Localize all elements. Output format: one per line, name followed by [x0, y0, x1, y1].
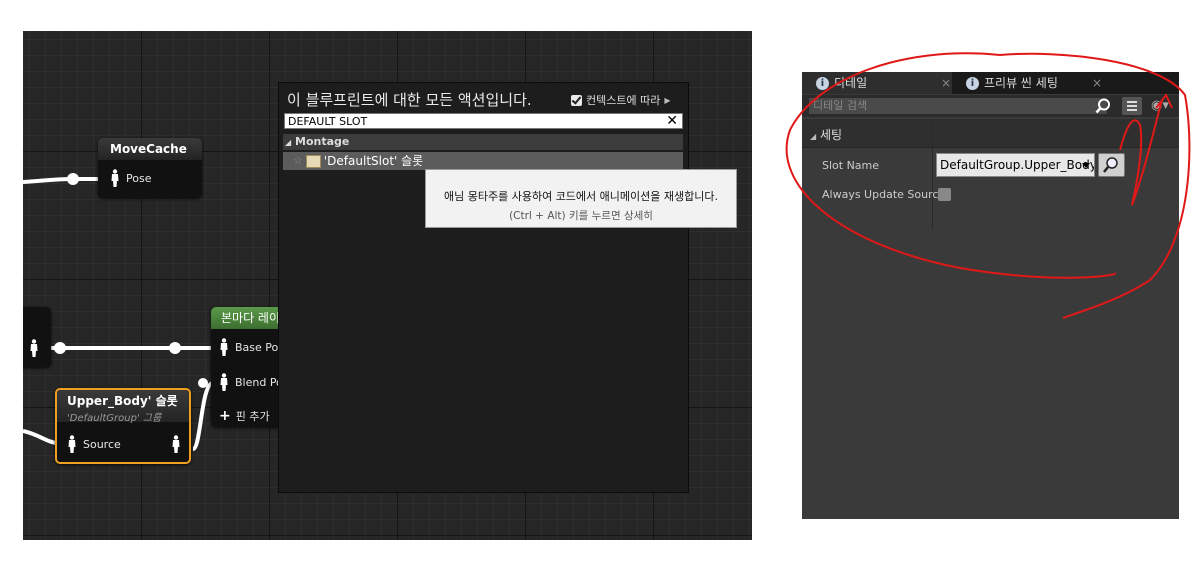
details-search-input[interactable]: 디테일 검색: [809, 98, 1107, 114]
pose-pin-icon: [110, 169, 120, 187]
base-pose-label: Base Po: [235, 340, 279, 354]
move-cache-title: MoveCache: [98, 138, 202, 160]
details-tab-bar: i 디테일 × i 프리뷰 씬 세팅 ×: [802, 72, 1179, 94]
category-montage[interactable]: ◢ Montage: [283, 134, 683, 150]
pose-output-pin[interactable]: Pose: [110, 169, 151, 187]
dropdown-arrow-icon: [1082, 163, 1090, 168]
plus-icon: +: [219, 408, 231, 424]
source-pin-label: Source: [83, 437, 121, 451]
browse-slot-button[interactable]: [1098, 153, 1125, 177]
eye-icon[interactable]: ◉▾: [1151, 98, 1169, 113]
tab-details[interactable]: i 디테일: [816, 72, 867, 94]
close-tab-icon[interactable]: ×: [1092, 72, 1102, 94]
slot-node-icon: [305, 154, 321, 168]
tooltip-main-text: 애님 몽타주를 사용하여 코드에서 애니메이션을 재생합니다.: [444, 190, 718, 203]
pose-pin-icon: [67, 435, 77, 453]
close-tab-icon[interactable]: ×: [941, 72, 951, 94]
slot-node-title: Upper_Body' 슬롯: [67, 394, 178, 408]
tooltip-hint-text: (Ctrl + Alt) 키를 누르면 상세히: [509, 210, 653, 222]
search-icon[interactable]: [1095, 98, 1111, 114]
category-label: Montage: [295, 135, 350, 148]
pose-pin-icon: [219, 373, 229, 391]
tab-preview-label: 프리뷰 씬 세팅: [984, 76, 1058, 90]
section-settings[interactable]: ◢ 세팅: [802, 119, 1179, 148]
stub-pin[interactable]: [29, 339, 45, 357]
property-divider: [932, 119, 933, 229]
slot-node-header: Upper_Body' 슬롯 'DefaultGroup' 그룹: [57, 390, 189, 424]
action-tooltip: 애님 몽타주를 사용하여 코드에서 애니메이션을 재생합니다. (Ctrl + …: [425, 169, 737, 228]
slot-node[interactable]: Upper_Body' 슬롯 'DefaultGroup' 그룹 Source: [55, 388, 191, 464]
clear-search-icon[interactable]: ✕: [666, 113, 678, 129]
pose-pin-icon: [29, 339, 39, 357]
details-search-row: 디테일 검색 ◉▾: [802, 95, 1179, 117]
add-pin-button[interactable]: + 핀 추가: [219, 408, 270, 424]
always-update-source-checkbox[interactable]: [938, 188, 951, 201]
action-menu-title: 이 블루프린트에 대한 모든 액션입니다.: [287, 91, 532, 109]
section-settings-label: ◢ 세팅: [810, 126, 842, 143]
star-icon: ☆: [293, 154, 303, 167]
stub-node[interactable]: [23, 307, 51, 367]
property-matrix-button[interactable]: [1122, 97, 1142, 115]
slot-name-value: DefaultGroup.Upper_Body: [940, 158, 1095, 172]
details-panel[interactable]: i 디테일 × i 프리뷰 씬 세팅 × 디테일 검색 ◉▾ ◢ 세팅 Slot…: [802, 72, 1179, 519]
slot-output-pin[interactable]: [171, 435, 187, 453]
chevron-right-icon: ▶: [664, 95, 671, 105]
action-item-default-slot[interactable]: ☆ 'DefaultSlot' 슬롯: [283, 152, 683, 170]
magnifier-info-icon: i: [816, 76, 829, 90]
tab-details-label: 디테일: [834, 76, 868, 90]
pose-pin-icon: [171, 435, 181, 453]
info-icon: i: [966, 76, 979, 90]
magnifier-icon: [1103, 157, 1118, 173]
collapse-triangle-icon: ◢: [285, 138, 292, 147]
slot-name-dropdown[interactable]: DefaultGroup.Upper_Body: [936, 153, 1095, 177]
tab-preview-scene-settings[interactable]: i 프리뷰 씬 세팅: [966, 72, 1058, 94]
section-title: 세팅: [819, 128, 843, 142]
checkbox-checked-icon: [571, 94, 582, 106]
context-label: 컨텍스트에 따라: [586, 94, 661, 107]
blend-pose-pin[interactable]: Blend Po: [219, 373, 283, 391]
move-cache-node[interactable]: MoveCache Pose: [98, 138, 202, 198]
action-search-value: DEFAULT SLOT: [288, 115, 368, 128]
collapse-triangle-icon: ◢: [810, 132, 817, 141]
action-search-input[interactable]: DEFAULT SLOT ✕: [284, 113, 683, 129]
add-pin-label: 핀 추가: [235, 410, 270, 423]
context-sensitive-toggle[interactable]: 컨텍스트에 따라 ▶: [571, 92, 671, 108]
action-item-label: 'DefaultSlot' 슬롯: [323, 154, 424, 168]
pose-pin-label: Pose: [126, 171, 152, 185]
grid-icon: [1127, 101, 1137, 111]
base-pose-pin[interactable]: Base Po: [219, 338, 278, 356]
blend-pose-label: Blend Po: [235, 375, 283, 389]
slot-node-subtitle: 'DefaultGroup' 그룹: [67, 413, 162, 424]
pose-pin-icon: [219, 338, 229, 356]
action-menu[interactable]: 이 블루프린트에 대한 모든 액션입니다. 컨텍스트에 따라 ▶ DEFAULT…: [278, 82, 689, 493]
source-input-pin[interactable]: Source: [67, 435, 121, 453]
always-update-source-label: Always Update Source: [822, 188, 946, 201]
slot-name-label: Slot Name: [822, 159, 880, 172]
